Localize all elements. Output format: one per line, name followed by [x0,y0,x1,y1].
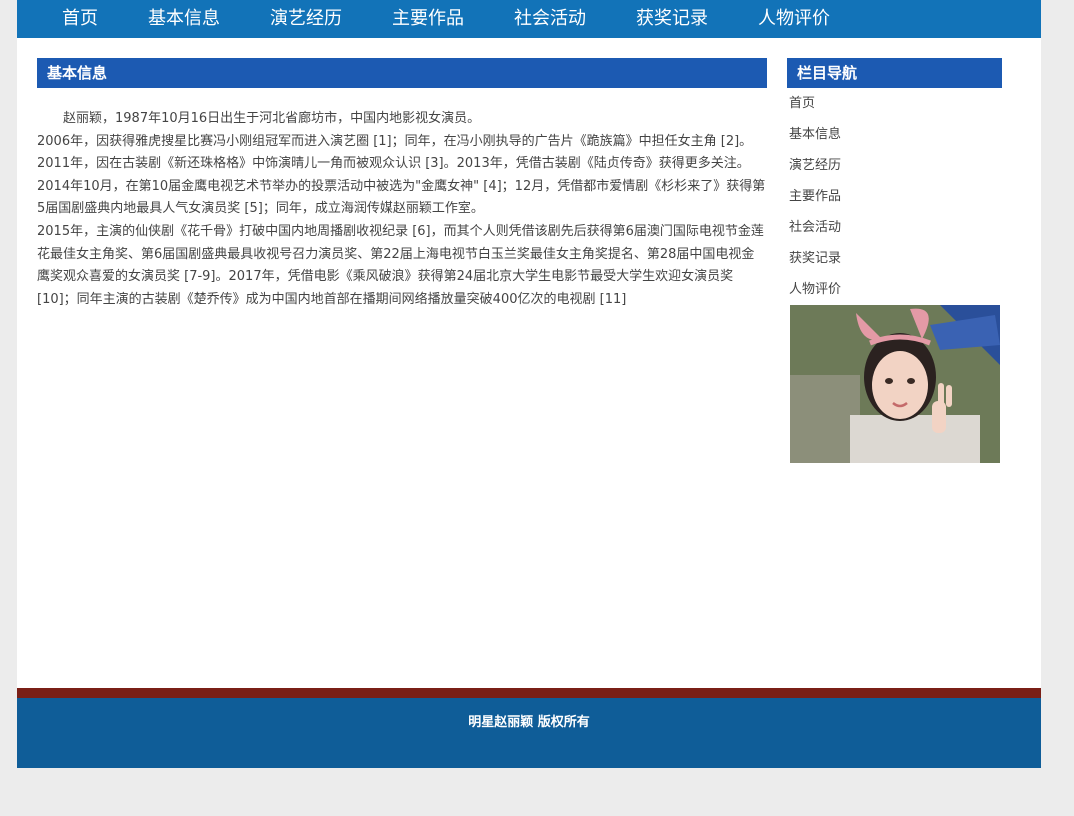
nav-item-home[interactable]: 首页 [62,0,98,38]
paragraph: 2006年，因获得雅虎搜星比赛冯小刚组冠军而进入演艺圈 [1]；同年，在冯小刚执… [37,133,766,217]
paragraph: 赵丽颖，1987年10月16日出生于河北省廊坊市，中国内地影视女演员。 [63,111,481,126]
main-content: 基本信息 赵丽颖，1987年10月16日出生于河北省廊坊市，中国内地影视女演员。… [37,58,767,311]
paragraph: 2015年，主演的仙侠剧《花千骨》打破中国内地周播剧收视纪录 [6]，而其个人则… [37,223,764,307]
section-heading: 基本信息 [37,58,767,88]
article-body: 赵丽颖，1987年10月16日出生于河北省廊坊市，中国内地影视女演员。 2006… [37,108,767,311]
page-container: 首页 基本信息 演艺经历 主要作品 社会活动 获奖记录 人物评价 基本信息 赵丽… [17,0,1041,768]
portrait-illustration [790,305,1000,463]
sidebar-item-awards[interactable]: 获奖记录 [787,249,1002,280]
top-navigation: 首页 基本信息 演艺经历 主要作品 社会活动 获奖记录 人物评价 [17,0,1041,38]
sidebar-item-career[interactable]: 演艺经历 [787,156,1002,187]
nav-item-basic-info[interactable]: 基本信息 [148,0,220,38]
sidebar-menu: 首页 基本信息 演艺经历 主要作品 社会活动 获奖记录 人物评价 [787,94,1002,311]
nav-item-reviews[interactable]: 人物评价 [758,0,830,38]
nav-item-social[interactable]: 社会活动 [514,0,586,38]
sidebar-heading: 栏目导航 [787,58,1002,88]
portrait-photo [790,305,1000,463]
nav-item-career[interactable]: 演艺经历 [270,0,342,38]
footer-divider [17,688,1041,698]
nav-item-works[interactable]: 主要作品 [392,0,464,38]
footer: 明星赵丽颖 版权所有 [17,698,1041,768]
sidebar: 栏目导航 首页 基本信息 演艺经历 主要作品 社会活动 获奖记录 人物评价 [787,58,1002,463]
sidebar-item-home[interactable]: 首页 [787,94,1002,125]
sidebar-item-social[interactable]: 社会活动 [787,218,1002,249]
sidebar-item-basic-info[interactable]: 基本信息 [787,125,1002,156]
sidebar-item-works[interactable]: 主要作品 [787,187,1002,218]
copyright-text: 明星赵丽颖 版权所有 [468,715,590,730]
nav-item-awards[interactable]: 获奖记录 [636,0,708,38]
